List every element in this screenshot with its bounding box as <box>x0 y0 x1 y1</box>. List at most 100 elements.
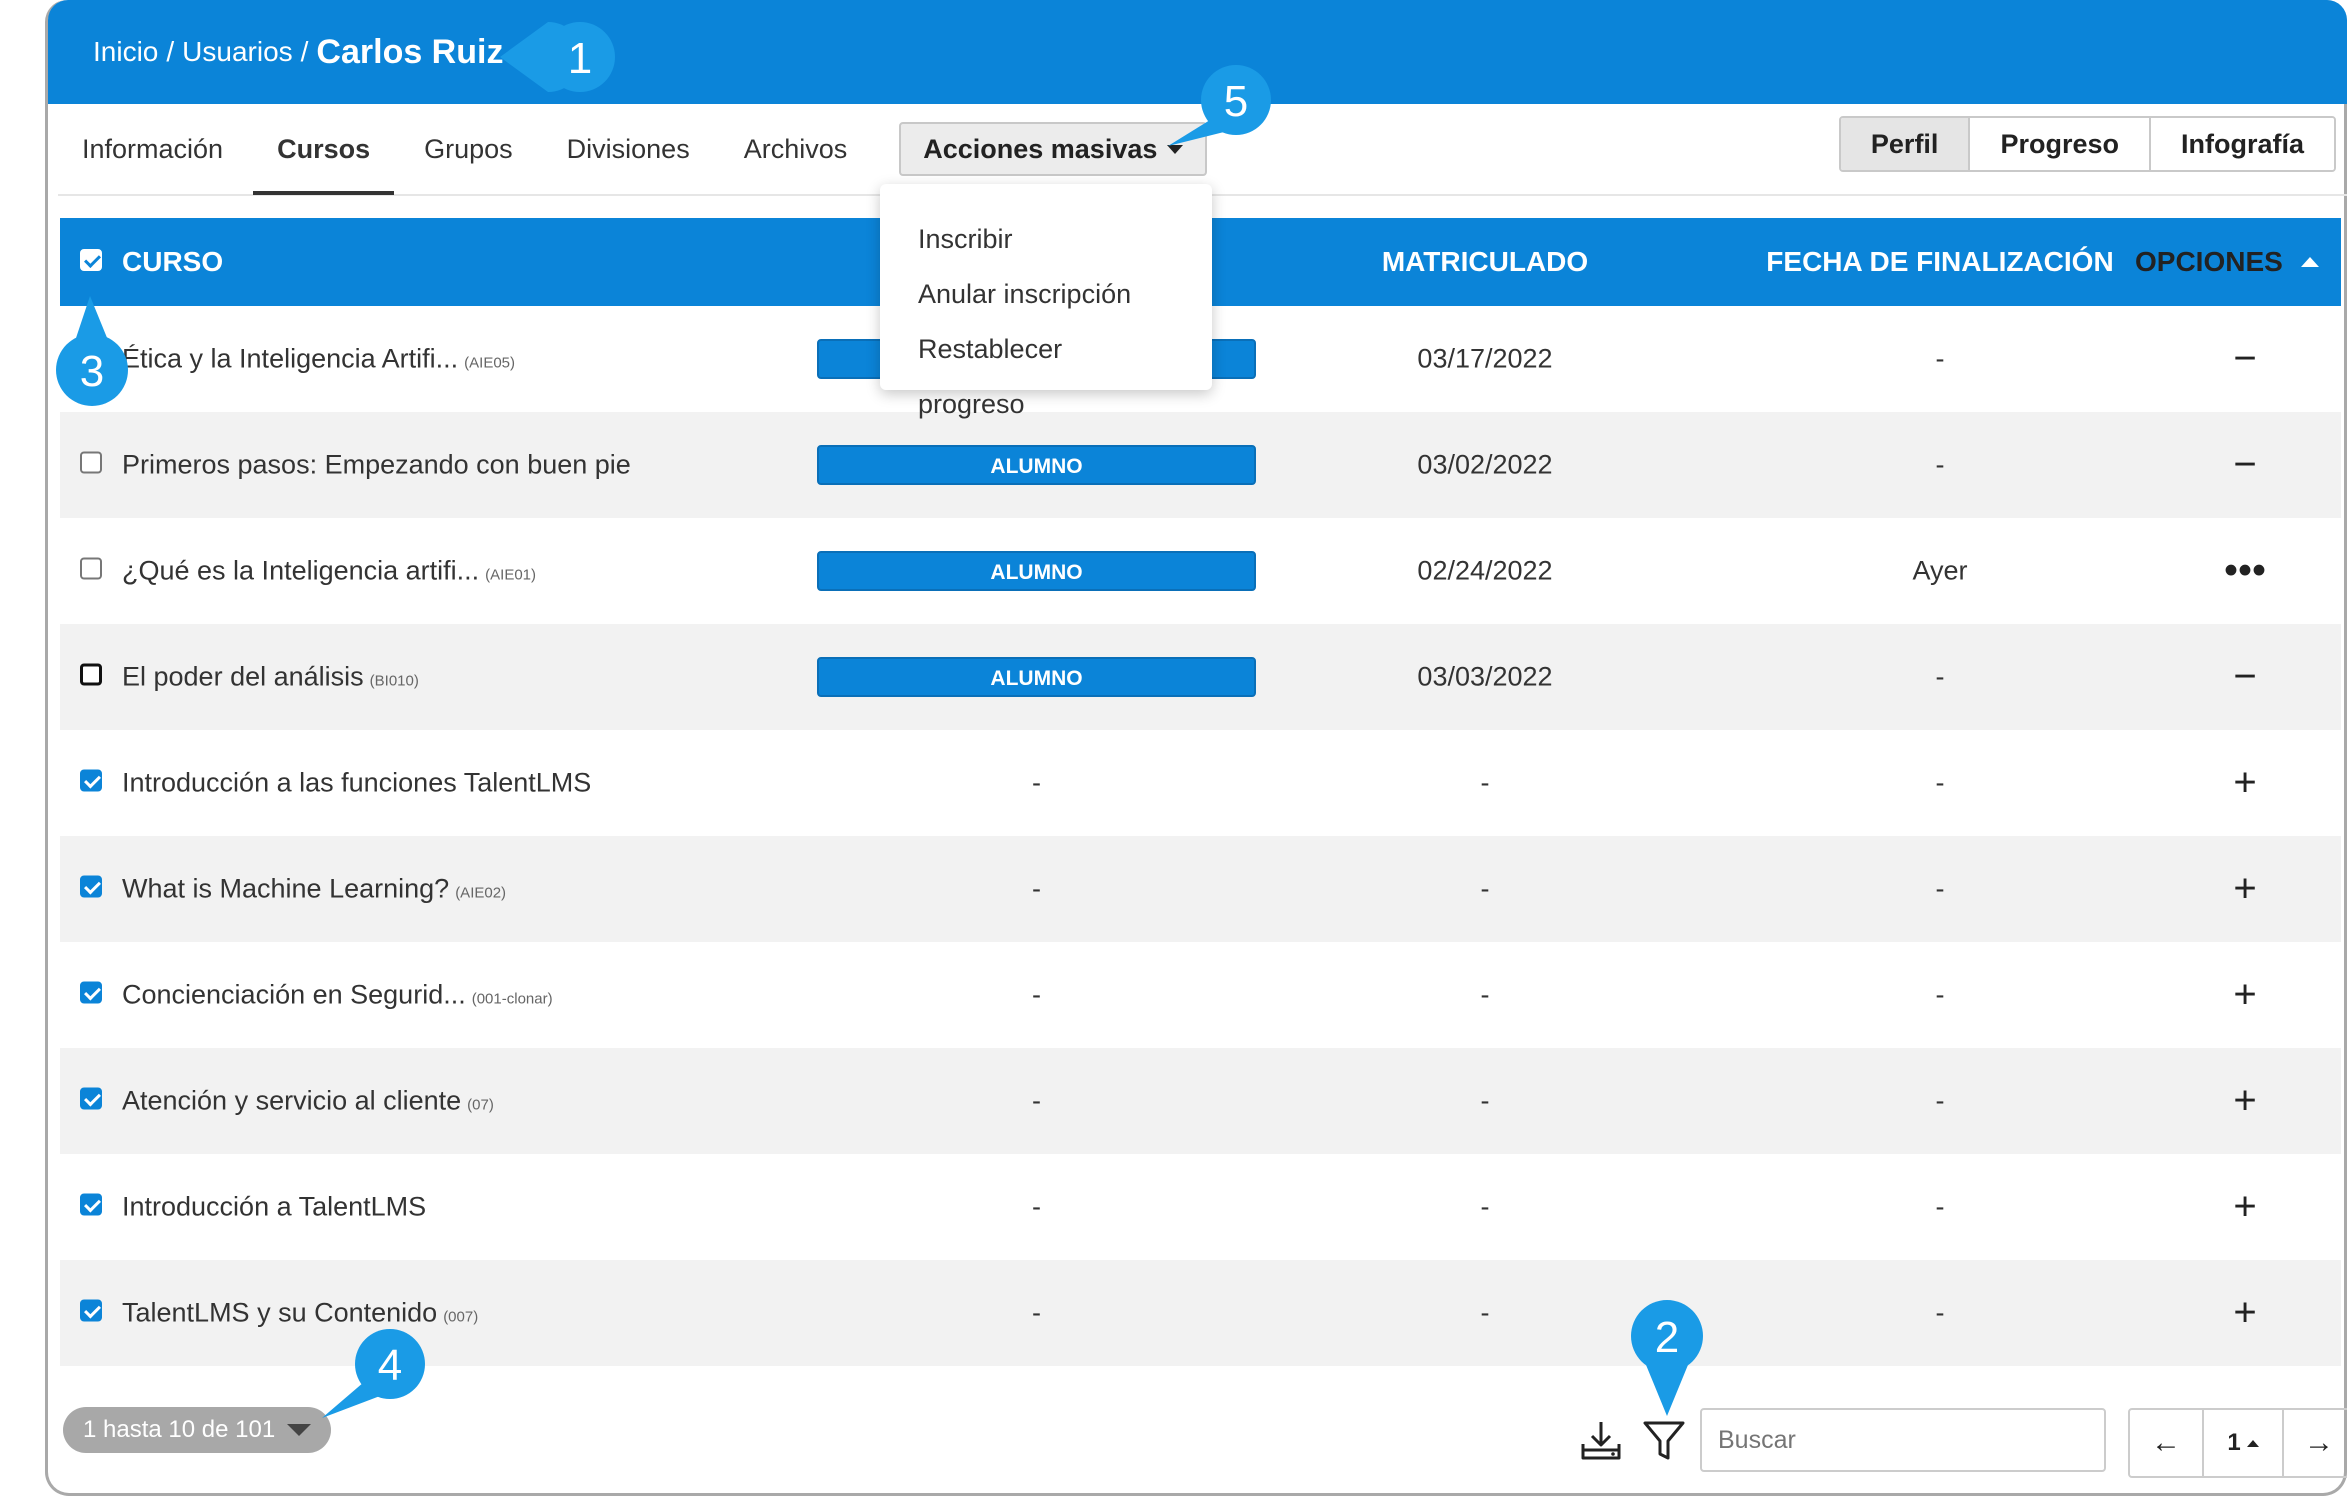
course-code: (07) <box>467 1096 494 1114</box>
row-option-button[interactable]: + <box>2170 867 2320 912</box>
course-name[interactable]: Introducción a las funciones TalentLMS <box>122 768 597 799</box>
courses-table: CURSO MATRICULADO FECHA DE FINALIZACIÓN … <box>60 218 2341 1366</box>
prev-page-button[interactable]: ← <box>2130 1410 2202 1476</box>
row-option-button[interactable]: − <box>2170 655 2320 700</box>
tab-informacion[interactable]: Información <box>58 103 247 195</box>
tab-cursos[interactable]: Cursos <box>253 103 395 195</box>
course-name[interactable]: El poder del análisis (BI010) <box>122 662 419 693</box>
view-infografia-button[interactable]: Infografía <box>2148 118 2334 170</box>
role-empty: - <box>1032 979 1041 1010</box>
row-checkbox[interactable] <box>80 1192 102 1223</box>
course-code: (AIE02) <box>455 884 507 902</box>
course-name[interactable]: Introducción a TalentLMS <box>122 1192 432 1223</box>
menu-item-anular[interactable]: Anular inscripción <box>880 267 1212 322</box>
course-name[interactable]: Ética y la Inteligencia Artifi... (AIE05) <box>122 344 515 375</box>
role-badge: ALUMNO <box>817 657 1256 697</box>
row-checkbox[interactable] <box>80 980 102 1011</box>
app-window: Inicio / Usuarios / Carlos Ruiz Informac… <box>45 0 2347 1496</box>
row-checkbox[interactable] <box>80 556 102 587</box>
select-all-checkbox[interactable] <box>80 246 102 278</box>
course-name[interactable]: What is Machine Learning? (AIE02) <box>122 874 506 905</box>
header-options-label: OPCIONES <box>2135 246 2283 277</box>
role-badge: ALUMNO <box>817 551 1256 591</box>
row-option-button[interactable]: ••• <box>2170 549 2320 594</box>
table-row: Concienciación en Segurid... (001-clonar)… <box>60 942 2341 1048</box>
header-completion[interactable]: FECHA DE FINALIZACIÓN <box>1720 246 2160 278</box>
view-toggle: Perfil Progreso Infografía <box>1838 116 2336 172</box>
row-option-button[interactable]: − <box>2170 337 2320 382</box>
course-name[interactable]: Concienciación en Segurid... (001-clonar) <box>122 980 553 1011</box>
row-option-button[interactable]: + <box>2170 1291 2320 1336</box>
tab-archivos[interactable]: Archivos <box>720 103 872 195</box>
mass-actions-label: Acciones masivas <box>923 133 1158 164</box>
course-name[interactable]: Atención y servicio al cliente (07) <box>122 1086 494 1117</box>
view-progreso-button[interactable]: Progreso <box>1968 118 2149 170</box>
course-name[interactable]: TalentLMS y su Contenido (007) <box>122 1298 478 1329</box>
course-title: Primeros pasos: Empezando con buen pie <box>122 449 631 480</box>
course-title: Introducción a las funciones TalentLMS <box>122 767 592 798</box>
row-checkbox[interactable] <box>80 450 102 481</box>
export-icon[interactable] <box>1578 1418 1624 1464</box>
breadcrumb-users[interactable]: Usuarios <box>182 36 292 68</box>
row-checkbox[interactable] <box>80 874 102 905</box>
row-option-button[interactable]: + <box>2170 1079 2320 1124</box>
course-name[interactable]: ¿Qué es la Inteligencia artifi... (AIE01) <box>122 556 536 587</box>
course-title: ¿Qué es la Inteligencia artifi... <box>122 555 480 586</box>
caret-up-icon <box>2246 1439 2259 1447</box>
menu-item-inscribir[interactable]: Inscribir <box>880 212 1212 267</box>
tab-grupos[interactable]: Grupos <box>400 103 537 195</box>
breadcrumb-separator: / <box>300 36 309 67</box>
table-row: ¿Qué es la Inteligencia artifi... (AIE01)… <box>60 518 2341 624</box>
view-perfil-button[interactable]: Perfil <box>1840 118 1969 170</box>
role-cell: ALUMNO <box>817 551 1256 591</box>
course-name[interactable]: Primeros pasos: Empezando con buen pie <box>122 450 637 481</box>
search-input[interactable] <box>1700 1408 2106 1472</box>
header-options[interactable]: OPCIONES <box>2135 246 2319 278</box>
course-title: El poder del análisis <box>122 661 364 692</box>
role-cell: - <box>817 980 1256 1011</box>
role-empty: - <box>1032 1085 1041 1116</box>
completion-date: Ayer <box>1912 555 1968 586</box>
table-row: What is Machine Learning? (AIE02) - - - + <box>60 836 2341 942</box>
callout-3: 3 <box>56 296 128 406</box>
enrolled-date: 02/24/2022 <box>1417 555 1553 586</box>
pagination: ← 1 → <box>2128 1408 2347 1478</box>
row-checkbox[interactable] <box>80 662 102 693</box>
completion-date: - <box>1935 449 1945 480</box>
completion-date: - <box>1935 1085 1945 1116</box>
table-row: Introducción a las funciones TalentLMS - -… <box>60 730 2341 836</box>
header-course[interactable]: CURSO <box>122 246 223 278</box>
enrolled-date: - <box>1480 1191 1490 1222</box>
row-checkbox[interactable] <box>80 1298 102 1329</box>
enrolled-date: 03/17/2022 <box>1417 343 1553 374</box>
enrolled-date: - <box>1480 1085 1490 1116</box>
header-enrolled[interactable]: MATRICULADO <box>1305 246 1665 278</box>
role-cell: - <box>817 1192 1256 1223</box>
role-cell: - <box>817 768 1256 799</box>
breadcrumb-home[interactable]: Inicio <box>93 36 158 68</box>
record-count: 1 hasta 10 de 101 <box>83 1416 276 1443</box>
row-option-button[interactable]: + <box>2170 1185 2320 1230</box>
page-size-selector[interactable]: 1 hasta 10 de 101 <box>63 1407 332 1453</box>
row-checkbox[interactable] <box>80 1086 102 1117</box>
callout-4: 4 <box>322 1329 425 1418</box>
callout-2: 2 <box>1631 1300 1703 1416</box>
page-selector[interactable]: 1 <box>2202 1410 2282 1476</box>
svg-text:2: 2 <box>1655 1313 1679 1362</box>
row-option-button[interactable]: + <box>2170 761 2320 806</box>
role-empty: - <box>1032 1191 1041 1222</box>
course-code: (BI010) <box>369 672 419 690</box>
row-option-button[interactable]: + <box>2170 973 2320 1018</box>
menu-item-restablecer[interactable]: Restablecer progreso <box>880 322 1212 419</box>
page-title: Carlos Ruiz <box>316 32 504 71</box>
completion-date: - <box>1935 873 1945 904</box>
tab-divisiones[interactable]: Divisiones <box>543 103 714 195</box>
course-title: Concienciación en Segurid... <box>122 979 466 1010</box>
next-page-button[interactable]: → <box>2282 1410 2347 1476</box>
course-title: Ética y la Inteligencia Artifi... <box>122 343 459 374</box>
filter-icon[interactable] <box>1641 1418 1687 1464</box>
course-title: Atención y servicio al cliente <box>122 1085 462 1116</box>
row-option-button[interactable]: − <box>2170 443 2320 488</box>
row-checkbox[interactable] <box>80 768 102 799</box>
enrolled-date: - <box>1480 1297 1490 1328</box>
